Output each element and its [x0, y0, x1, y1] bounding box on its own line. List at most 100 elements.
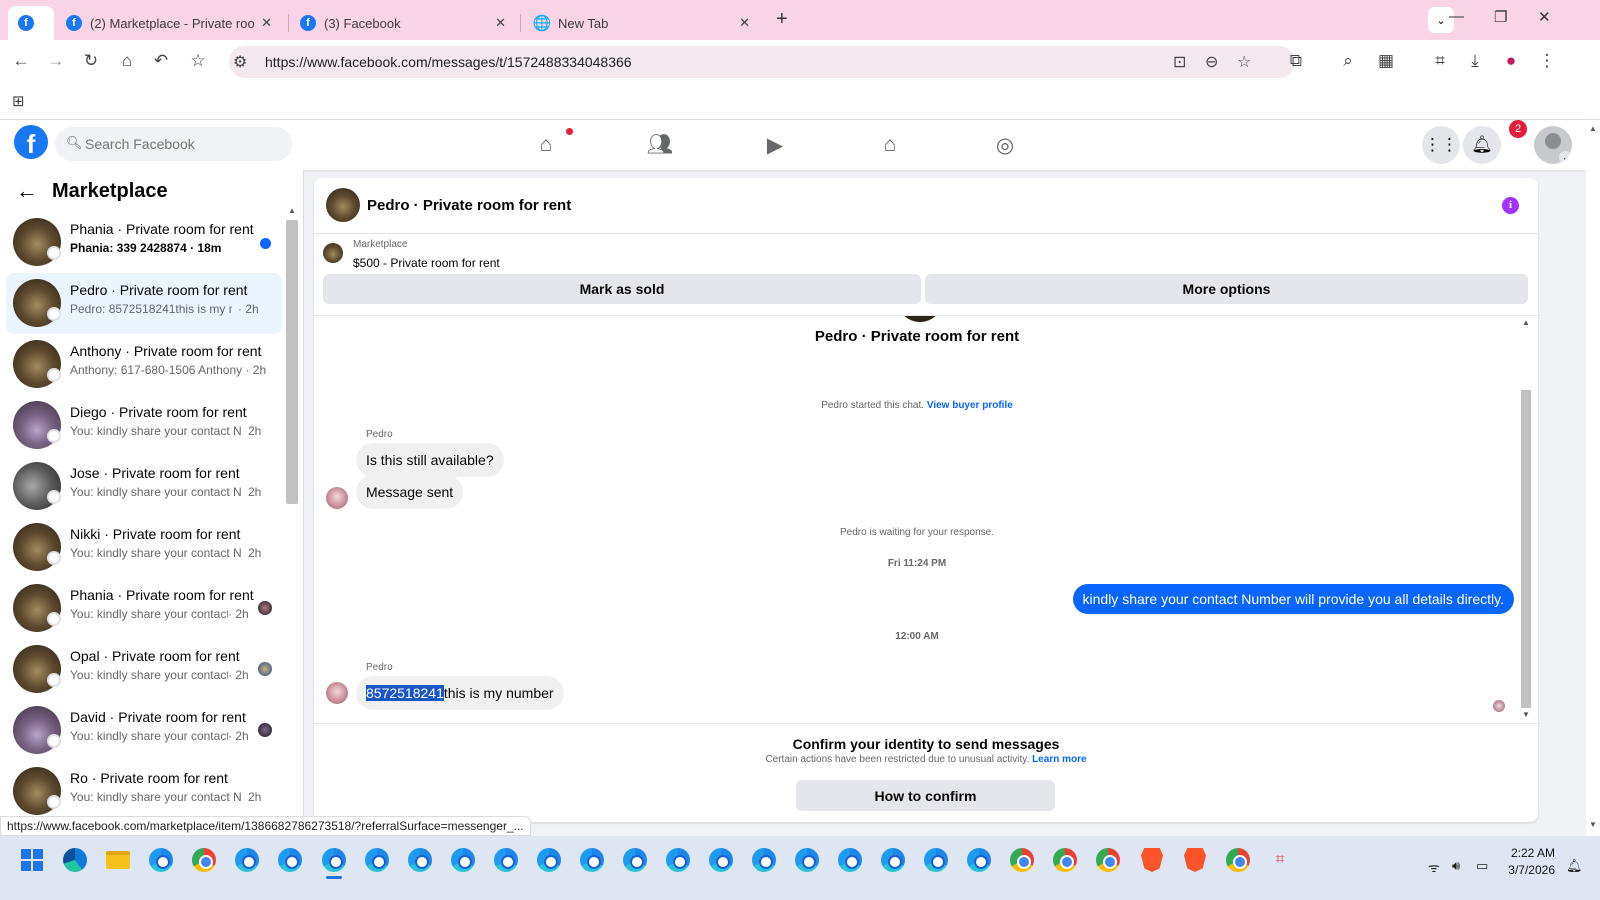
- undo-icon[interactable]: ↶: [150, 51, 172, 71]
- reload-icon[interactable]: ↻: [80, 51, 102, 71]
- edge-icon[interactable]: [61, 846, 89, 874]
- snipping-tool-icon[interactable]: ⌗: [1266, 846, 1294, 874]
- zoom-icon[interactable]: ⊖: [1205, 52, 1218, 72]
- sender-avatar[interactable]: [326, 682, 348, 704]
- chrome-icon[interactable]: [1224, 846, 1252, 874]
- nav-video-icon[interactable]: ▶: [760, 130, 790, 160]
- chrome-icon[interactable]: [1051, 846, 1079, 874]
- chrome-profile-icon[interactable]: [836, 846, 864, 874]
- chrome-icon[interactable]: [1094, 846, 1122, 874]
- nav-home-icon[interactable]: ⌂: [531, 130, 561, 160]
- install-app-icon[interactable]: ⊡: [1173, 52, 1186, 72]
- bookmark-star-icon[interactable]: ☆: [187, 51, 209, 71]
- chrome-profile-active-icon[interactable]: [320, 846, 348, 874]
- menu-grid-icon[interactable]: ⋮⋮: [1422, 126, 1460, 164]
- search-icon[interactable]: ⌕: [1337, 51, 1359, 71]
- learn-more-link[interactable]: Learn more: [1032, 754, 1086, 765]
- chrome-profile-icon[interactable]: [363, 846, 391, 874]
- chrome-icon[interactable]: [1008, 846, 1036, 874]
- conversation-item[interactable]: Phania · Private room for rent Phania: 3…: [6, 212, 282, 273]
- menu-icon[interactable]: ⋮: [1536, 51, 1558, 71]
- listing-thumbnail[interactable]: [323, 243, 343, 263]
- sender-avatar[interactable]: [326, 487, 348, 509]
- tab-new-tab[interactable]: 🌐 New Tab ✕: [524, 6, 760, 40]
- close-window-icon[interactable]: ✕: [1538, 8, 1551, 26]
- notifications-bell-icon[interactable]: 🔔︎: [1463, 126, 1501, 164]
- incoming-message[interactable]: Is this still available?: [356, 443, 504, 477]
- chrome-profile-icon[interactable]: [233, 846, 261, 874]
- nav-friends-icon[interactable]: 👥︎: [645, 130, 675, 160]
- chrome-profile-icon[interactable]: [535, 846, 563, 874]
- scroll-up-icon[interactable]: ▲: [288, 206, 296, 215]
- address-url[interactable]: https://www.facebook.com/messages/t/1572…: [265, 54, 632, 70]
- conversation-item[interactable]: David · Private room for rent You: kindl…: [6, 700, 282, 761]
- listing-price-title[interactable]: $500 - Private room for rent: [353, 256, 500, 270]
- new-tab-button[interactable]: +: [776, 8, 788, 31]
- chrome-profile-icon[interactable]: [965, 846, 993, 874]
- conversation-item[interactable]: Ro · Private room for rent You: kindly s…: [6, 761, 282, 822]
- conversation-item[interactable]: Opal · Private room for rent You: kindly…: [6, 639, 282, 700]
- incoming-message-number[interactable]: 8572518241this is my number: [356, 676, 564, 710]
- minimize-icon[interactable]: —: [1449, 8, 1464, 25]
- conversation-item[interactable]: Nikki · Private room for rent You: kindl…: [6, 517, 282, 578]
- account-avatar[interactable]: ⌄: [1534, 126, 1572, 164]
- chrome-profile-icon[interactable]: [750, 846, 778, 874]
- chrome-profile-icon[interactable]: [406, 846, 434, 874]
- chrome-profile-icon[interactable]: [578, 846, 606, 874]
- conversation-item[interactable]: Anthony · Private room for rent Anthony:…: [6, 334, 282, 395]
- start-button[interactable]: [18, 846, 46, 874]
- facebook-search[interactable]: 🔍︎: [55, 127, 292, 161]
- address-bar[interactable]: ⚙ https://www.facebook.com/messages/t/15…: [229, 46, 1295, 78]
- volume-icon[interactable]: 🔊︎: [1452, 858, 1460, 874]
- close-tab-icon[interactable]: ✕: [261, 15, 272, 31]
- conversation-item[interactable]: Diego · Private room for rent You: kindl…: [6, 395, 282, 456]
- search-input[interactable]: [85, 127, 285, 161]
- bookmark-icon[interactable]: ☆: [1237, 52, 1251, 72]
- scrollbar-thumb[interactable]: [1521, 390, 1531, 708]
- scroll-up-icon[interactable]: ▲: [1589, 124, 1597, 133]
- tab-marketplace[interactable]: f (2) Marketplace - Private room ✕: [56, 6, 282, 40]
- wifi-icon[interactable]: ᯤ: [1428, 858, 1440, 876]
- more-options-button[interactable]: More options: [925, 274, 1528, 304]
- tab-pinned-facebook[interactable]: f: [8, 6, 54, 40]
- chrome-profile-icon[interactable]: [664, 846, 692, 874]
- chrome-profile-icon[interactable]: [276, 846, 304, 874]
- info-icon[interactable]: i: [1502, 197, 1519, 214]
- scrollbar-thumb[interactable]: [286, 220, 298, 504]
- file-explorer-icon[interactable]: [104, 846, 132, 874]
- chrome-beta-icon[interactable]: [147, 846, 175, 874]
- incoming-message[interactable]: Message sent: [356, 475, 464, 509]
- thread-scrollbar[interactable]: ▲ ▼: [1520, 316, 1532, 723]
- back-arrow-icon[interactable]: ←: [16, 178, 38, 204]
- home-icon[interactable]: ⌂: [116, 51, 138, 71]
- scroll-up-icon[interactable]: ▲: [1522, 318, 1530, 327]
- system-clock[interactable]: 2:22 AM 3/7/2026: [1499, 845, 1555, 879]
- apps-grid-icon[interactable]: ⊞: [12, 92, 25, 110]
- chrome-profile-icon[interactable]: [793, 846, 821, 874]
- brave-icon[interactable]: [1181, 846, 1209, 874]
- chrome-profile-icon[interactable]: [879, 846, 907, 874]
- conversation-item[interactable]: Jose · Private room for rent You: kindly…: [6, 456, 282, 517]
- profile-icon[interactable]: ●: [1500, 51, 1522, 71]
- brave-icon[interactable]: [1138, 846, 1166, 874]
- download-icon[interactable]: ⤓: [1464, 51, 1486, 71]
- restore-icon[interactable]: ❐: [1494, 8, 1507, 26]
- tab-facebook[interactable]: f (3) Facebook ✕: [290, 6, 516, 40]
- outgoing-message[interactable]: kindly share your contact Number will pr…: [1072, 584, 1514, 614]
- crop-icon[interactable]: ⌗: [1429, 51, 1451, 71]
- facebook-logo[interactable]: f: [14, 125, 48, 159]
- battery-icon[interactable]: ▭: [1476, 858, 1488, 874]
- forward-icon[interactable]: →: [45, 51, 67, 71]
- back-icon[interactable]: ←: [10, 51, 32, 71]
- selected-phone-number[interactable]: 8572518241: [366, 685, 444, 701]
- chrome-icon[interactable]: [190, 846, 218, 874]
- chat-title[interactable]: Pedro · Private room for rent: [367, 197, 571, 214]
- notification-bell-icon[interactable]: 🔔︎: [1566, 858, 1583, 874]
- chrome-profile-icon[interactable]: [922, 846, 950, 874]
- view-buyer-profile-link[interactable]: View buyer profile: [927, 400, 1013, 411]
- chrome-profile-icon[interactable]: [707, 846, 735, 874]
- scroll-down-icon[interactable]: ▼: [1522, 710, 1530, 719]
- close-tab-icon[interactable]: ✕: [495, 15, 506, 31]
- conversation-item[interactable]: Phania · Private room for rent You: kind…: [6, 578, 282, 639]
- chrome-profile-icon[interactable]: [449, 846, 477, 874]
